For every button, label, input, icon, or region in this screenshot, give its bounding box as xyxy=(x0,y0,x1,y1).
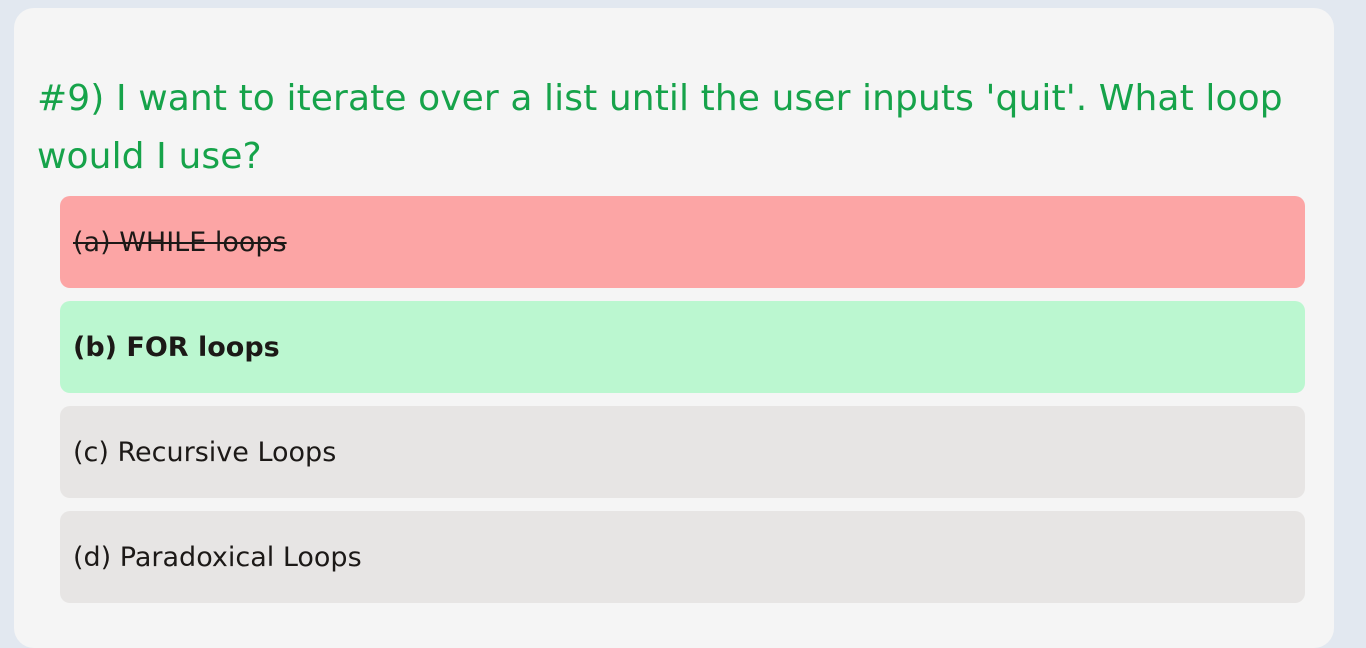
answer-option-a[interactable]: (a) WHILE loops xyxy=(60,196,1305,288)
answer-option-d[interactable]: (d) Paradoxical Loops xyxy=(60,511,1305,603)
answer-option-label: (b) FOR loops xyxy=(73,331,280,363)
question-text: #9) I want to iterate over a list until … xyxy=(37,78,1283,177)
quiz-card: #9) I want to iterate over a list until … xyxy=(14,8,1334,648)
answer-option-label: (d) Paradoxical Loops xyxy=(73,541,362,573)
answer-option-label: (c) Recursive Loops xyxy=(73,436,337,468)
answer-option-c[interactable]: (c) Recursive Loops xyxy=(60,406,1305,498)
answer-option-label: (a) WHILE loops xyxy=(73,226,287,258)
answer-option-b[interactable]: (b) FOR loops xyxy=(60,301,1305,393)
